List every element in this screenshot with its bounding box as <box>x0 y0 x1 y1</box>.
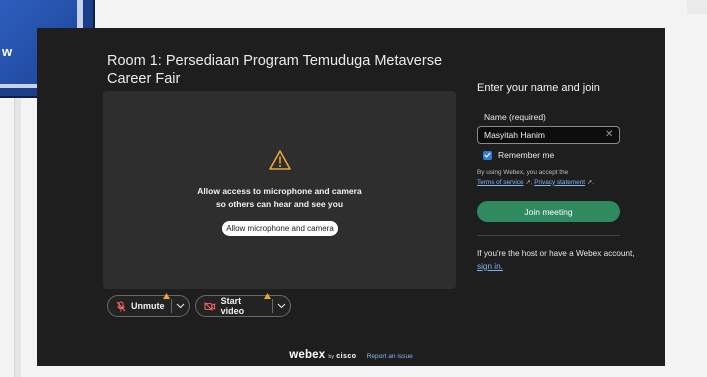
microphone-muted-icon <box>116 301 126 311</box>
host-text: If you're the host or have a Webex accou… <box>477 249 635 258</box>
audio-options-dropdown[interactable] <box>171 296 189 316</box>
join-heading: Enter your name and join <box>477 82 600 94</box>
permission-message-line-1: Allow access to microphone and camera <box>197 186 362 196</box>
start-video-button[interactable]: Start video <box>196 293 271 316</box>
start-video-control: Start video <box>195 293 291 317</box>
permission-message-line-2: so others can hear and see you <box>215 199 344 209</box>
host-sign-in-text: If you're the host or have a Webex accou… <box>477 248 637 273</box>
terms-prefix: By using Webex, you accept the <box>477 169 569 176</box>
join-form: Enter your name and join Name (required)… <box>477 28 662 366</box>
footer: webex by cisco Report an issue <box>37 349 665 361</box>
check-icon <box>484 152 491 158</box>
warning-triangle-icon <box>269 150 291 170</box>
unmute-label: Unmute <box>131 301 165 311</box>
sign-in-link[interactable]: sign in. <box>477 262 503 271</box>
warning-badge-icon <box>163 293 170 299</box>
terms-notice: By using Webex, you accept the Terms of … <box>477 168 662 187</box>
warning-badge-icon <box>264 293 271 299</box>
privacy-statement-link[interactable]: Privacy statement <box>534 179 585 186</box>
video-options-dropdown[interactable] <box>273 296 290 316</box>
chevron-down-icon <box>277 303 286 309</box>
unmute-button[interactable]: Unmute <box>108 293 170 316</box>
name-label: Name (required) <box>484 112 546 122</box>
chevron-down-icon <box>176 303 185 309</box>
terms-of-service-link[interactable]: Terms of service <box>477 179 524 186</box>
webex-logo: webex <box>289 349 326 361</box>
background-window-edge <box>14 98 21 377</box>
join-meeting-button[interactable]: Join meeting <box>477 201 620 222</box>
remember-me-label: Remember me <box>498 150 555 160</box>
permission-message: Allow access to microphone and camera so… <box>103 185 456 211</box>
terms-suffix: . <box>592 178 594 186</box>
allow-mic-camera-button[interactable]: Allow microphone and camera <box>222 221 338 236</box>
meeting-title: Room 1: Persediaan Program Temuduga Meta… <box>107 53 443 87</box>
name-input[interactable] <box>477 126 620 144</box>
background-edge <box>687 0 707 14</box>
report-issue-link[interactable]: Report an issue <box>367 353 413 360</box>
clear-input-icon[interactable]: ✕ <box>605 129 613 141</box>
remember-me[interactable]: Remember me <box>483 150 554 160</box>
remember-me-checkbox[interactable] <box>483 150 492 160</box>
video-preview: Allow access to microphone and camera so… <box>103 91 456 289</box>
divider <box>477 235 620 236</box>
video-off-icon <box>204 301 216 311</box>
background-window-text: w <box>2 44 13 59</box>
cisco-logo: cisco <box>336 353 357 360</box>
webex-join-panel: Room 1: Persediaan Program Temuduga Meta… <box>37 28 665 366</box>
logo-by: by <box>328 354 335 360</box>
start-video-label: Start video <box>220 296 245 316</box>
unmute-control: Unmute <box>107 293 190 317</box>
